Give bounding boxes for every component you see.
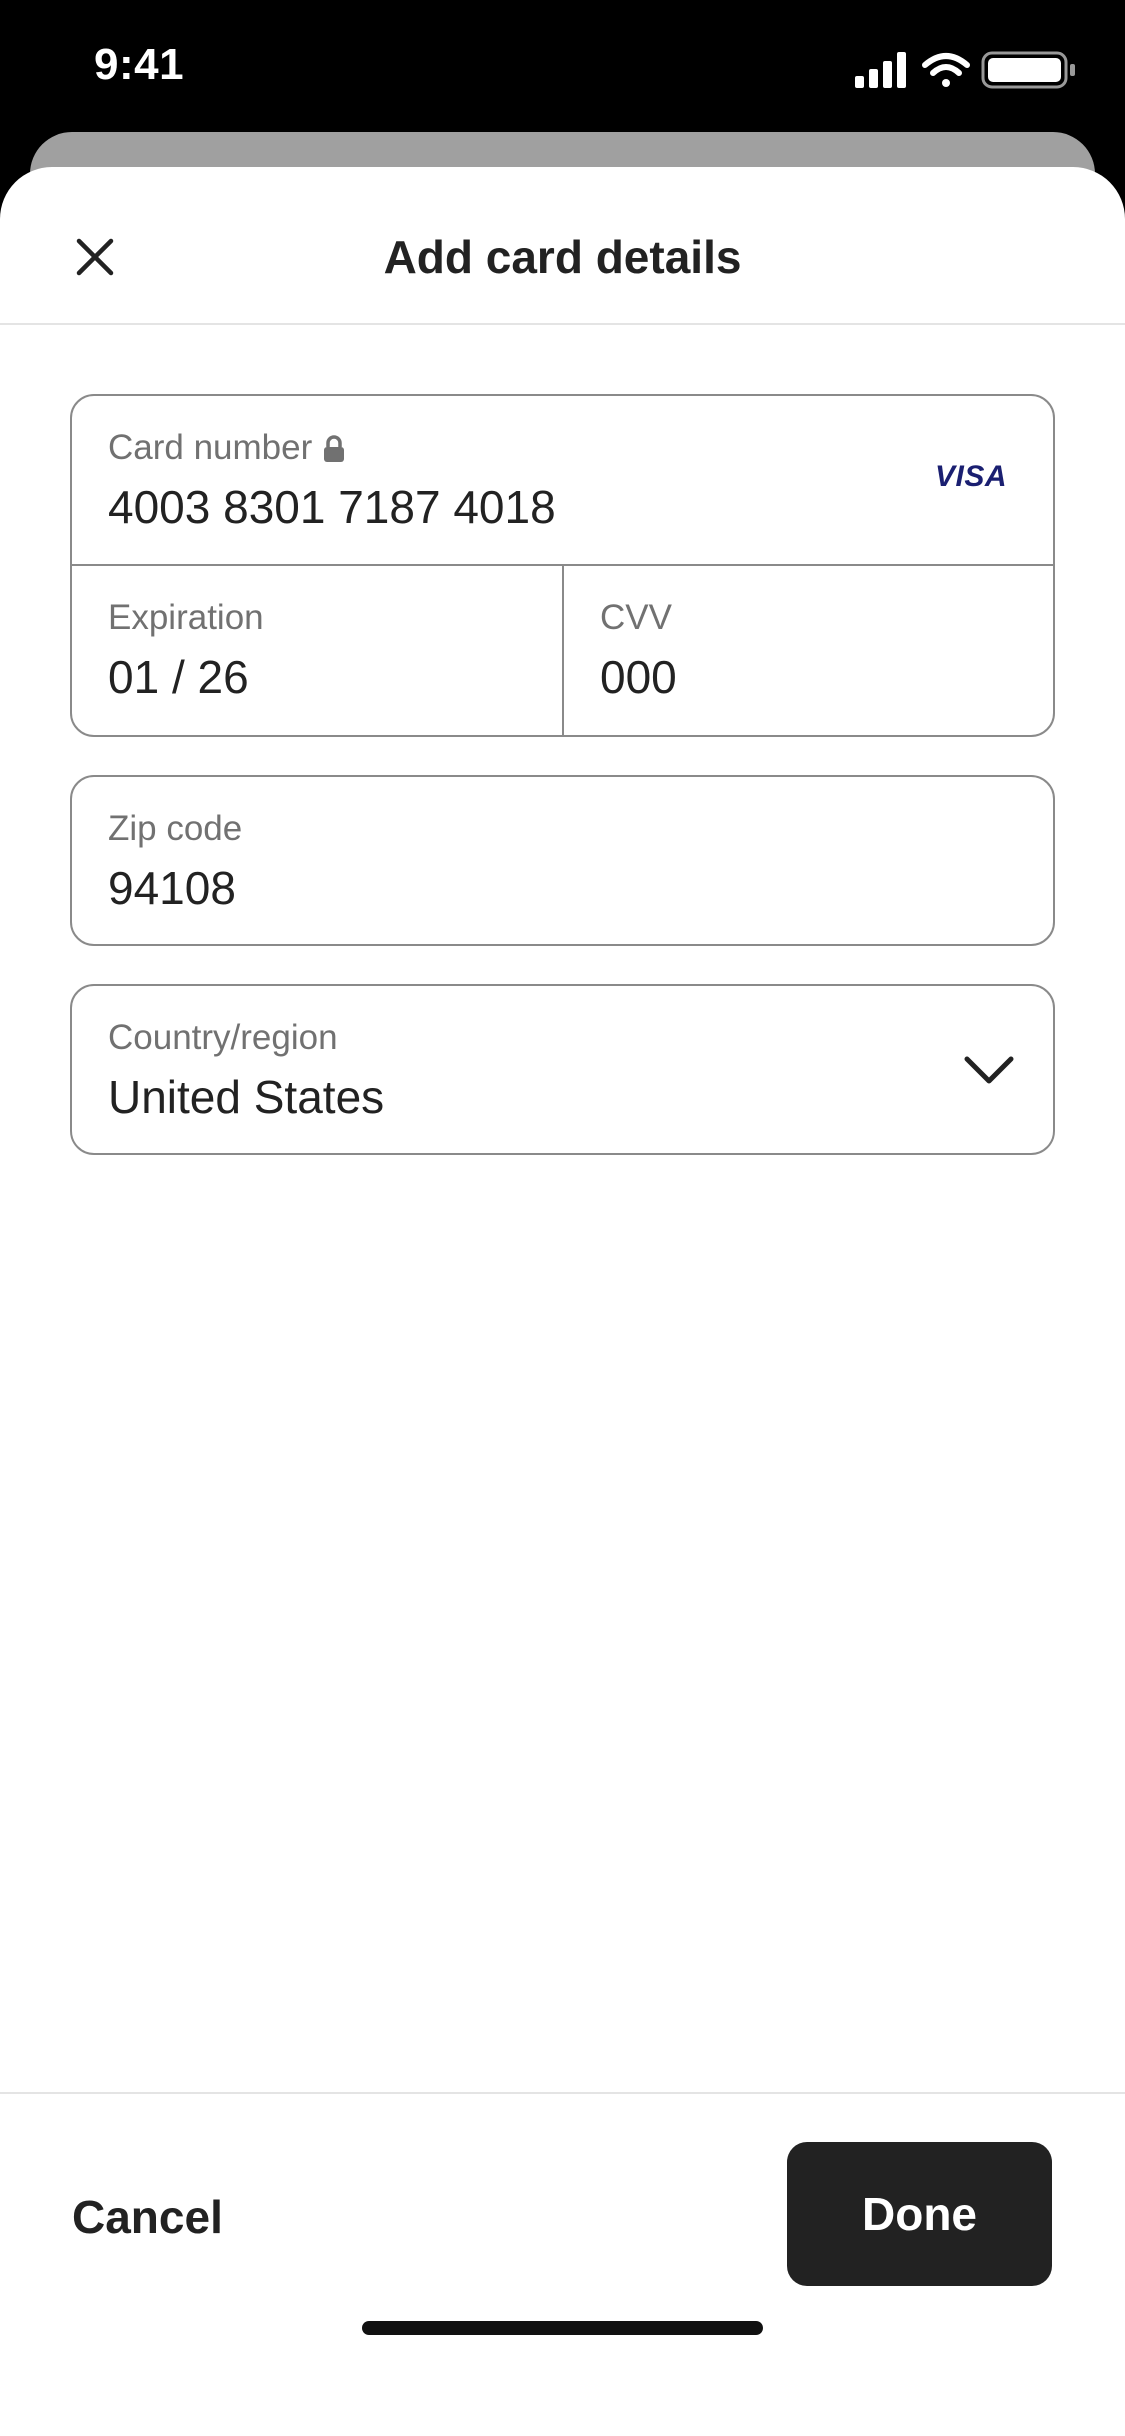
sheet-footer: Cancel Done [0, 2092, 1125, 2436]
card-number-label-wrap: Card number [108, 426, 346, 470]
country-region-select[interactable]: Country/region United States [70, 984, 1055, 1155]
sheet-header: Add card details [0, 167, 1125, 325]
cvv-field[interactable]: CVV 000 [564, 566, 1053, 735]
zip-code-label: Zip code [108, 809, 243, 848]
country-region-value: United States [108, 1071, 385, 1123]
zip-code-value: 94108 [108, 862, 236, 914]
expiration-label: Expiration [108, 598, 264, 637]
expiration-field[interactable]: Expiration 01 / 26 [72, 566, 564, 735]
wifi-icon [922, 53, 970, 87]
cvv-label: CVV [600, 598, 672, 637]
visa-logo: VISA [934, 460, 1007, 493]
card-details-group: Card number 4003 8301 7187 4018 VISA Exp… [70, 394, 1055, 737]
battery-icon [981, 51, 1075, 89]
cvv-value: 000 [600, 651, 677, 703]
cancel-button[interactable]: Cancel [72, 2182, 223, 2252]
status-time: 9:41 [94, 40, 185, 89]
home-indicator [362, 2321, 763, 2335]
add-card-sheet: Add card details Card number 4003 8301 7… [0, 167, 1125, 2436]
card-number-field[interactable]: Card number 4003 8301 7187 4018 VISA [72, 396, 1053, 566]
status-bar: 9:41 [0, 0, 1125, 135]
chevron-down-icon [964, 1056, 1014, 1084]
country-region-label: Country/region [108, 1018, 338, 1057]
status-icons [855, 51, 1075, 89]
cellular-signal-icon [855, 52, 906, 88]
done-button[interactable]: Done [787, 2142, 1052, 2286]
lock-icon [324, 435, 345, 462]
card-number-label: Card number [108, 428, 313, 467]
page-title: Add card details [383, 231, 742, 283]
card-number-value: 4003 8301 7187 4018 [108, 481, 556, 533]
expiration-value: 01 / 26 [108, 651, 249, 703]
zip-code-field[interactable]: Zip code 94108 [70, 775, 1055, 946]
